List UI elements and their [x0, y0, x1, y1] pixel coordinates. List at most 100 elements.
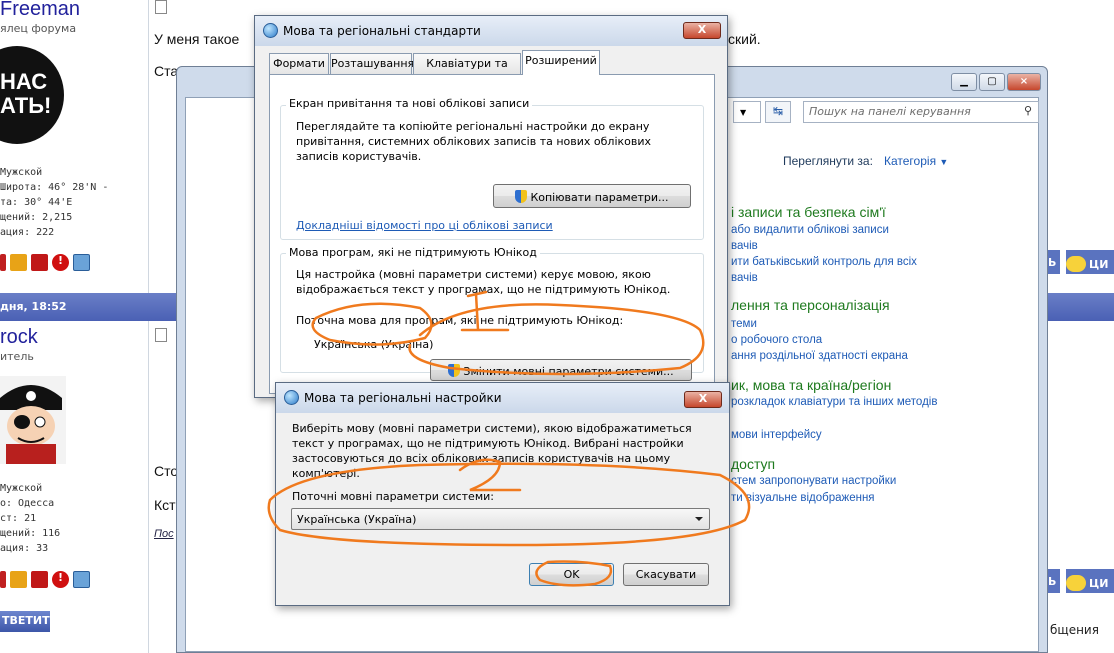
- category-heading[interactable]: ик, мова та країна/регіон: [731, 377, 891, 393]
- quote-button[interactable]: ЦИ: [1066, 250, 1114, 274]
- category-link[interactable]: ити батьківський контроль для всіх: [731, 256, 917, 268]
- regional-settings-dialog: Мова та регіональні стандарти X Формати …: [254, 15, 728, 400]
- button-label: Змінити мовні параметри системи...: [463, 365, 674, 378]
- change-system-locale-button[interactable]: Змінити мовні параметри системи...: [430, 359, 692, 381]
- group-label: Мова програм, які не підтримують Юнікод: [286, 246, 540, 259]
- copy-settings-button[interactable]: Копіювати параметри...: [493, 184, 691, 208]
- user-info-line: ст: 21: [0, 513, 37, 524]
- quote-label: ЦИ: [1089, 577, 1109, 590]
- category-link[interactable]: мови інтерфейсу: [731, 429, 822, 441]
- user-title: итель: [0, 350, 34, 363]
- view-by-dropdown[interactable]: Категорія ▼: [884, 154, 948, 168]
- avatar: НАС АТЬ!: [0, 46, 64, 144]
- user-info-line: та: 30° 44'E: [0, 197, 73, 208]
- post-text: ский.: [728, 31, 761, 47]
- close-icon[interactable]: X: [683, 22, 721, 39]
- post-link[interactable]: Пос: [154, 528, 174, 540]
- user-info-line: Мужской: [0, 483, 43, 494]
- user-actions: !: [0, 571, 90, 591]
- yellow-card-icon[interactable]: [0, 571, 6, 588]
- tab-administrative[interactable]: Розширений: [522, 50, 600, 75]
- yellow-card-icon[interactable]: [0, 254, 6, 271]
- quote-button[interactable]: ЦИ: [1066, 569, 1114, 593]
- user-info-line: о: Одесса: [0, 498, 55, 509]
- tab-formats[interactable]: Формати: [269, 53, 329, 74]
- pirate-avatar-icon: [0, 385, 62, 464]
- category-link[interactable]: вачів: [731, 272, 758, 284]
- category-heading[interactable]: і записи та безпека сім'ї: [731, 204, 886, 220]
- locale-description: Виберіть мову (мовні параметри системи),…: [292, 422, 692, 480]
- user-info-line: ация: 222: [0, 227, 55, 238]
- refresh-icon[interactable]: ↹: [765, 101, 791, 123]
- tab-location[interactable]: Розташування: [330, 53, 414, 74]
- uac-shield-icon: [448, 364, 461, 377]
- reply-button[interactable]: ТВЕТИТЬ: [0, 611, 58, 632]
- computer-icon[interactable]: [73, 254, 90, 271]
- close-icon[interactable]: ×: [1007, 73, 1041, 91]
- report-icon[interactable]: [31, 254, 48, 271]
- quote-label: ЦИ: [1089, 258, 1109, 271]
- close-icon[interactable]: X: [684, 391, 722, 408]
- user-info-line: щений: 116: [0, 528, 61, 539]
- post-count-text: бщения: [1050, 623, 1099, 637]
- category-link[interactable]: теми: [731, 318, 757, 330]
- cancel-button[interactable]: Скасувати: [623, 563, 709, 586]
- report-icon[interactable]: [31, 571, 48, 588]
- category-link[interactable]: ання роздільної здатності екрана: [731, 350, 908, 362]
- chevron-down-icon: ▼: [939, 157, 949, 167]
- multiquote-button[interactable]: Ь: [1046, 250, 1060, 274]
- button-label: Копіювати параметри...: [530, 191, 669, 204]
- warning-icon[interactable]: !: [52, 571, 69, 588]
- globe-icon: [263, 23, 278, 38]
- ok-button[interactable]: OK: [529, 563, 614, 586]
- username-rock[interactable]: rock: [0, 326, 38, 349]
- more-info-link[interactable]: Докладніші відомості про ці облікові зап…: [296, 219, 553, 232]
- multiquote-button[interactable]: Ь: [1046, 569, 1060, 593]
- view-by-value: Категорія: [884, 154, 937, 168]
- dialog-title: Мова та регіональні настройки: [304, 391, 502, 405]
- forum-user-column: Freeman ялец форума НАС АТЬ! Мужской Шир…: [0, 0, 148, 653]
- post-text: Сто: [154, 463, 179, 479]
- speech-bubble-icon: [1066, 575, 1086, 591]
- warning-icon[interactable]: !: [52, 254, 69, 271]
- welcome-description: Переглядайте та копіюйте регіональні нас…: [296, 120, 652, 163]
- search-placeholder: Пошук на панелі керування: [809, 105, 971, 118]
- category-heading[interactable]: доступ: [731, 456, 775, 472]
- card-icon[interactable]: [10, 571, 27, 588]
- post-text: Ста: [154, 63, 179, 79]
- dialog-title: Мова та регіональні стандарти: [283, 24, 481, 38]
- minimize-button[interactable]: ▁: [951, 73, 977, 91]
- post-date: дня, 18:52: [0, 300, 67, 313]
- view-by-label: Переглянути за:: [783, 154, 873, 168]
- category-link[interactable]: вачів: [731, 240, 758, 252]
- category-link[interactable]: о робочого стола: [731, 334, 822, 346]
- maximize-button[interactable]: ▢: [979, 73, 1005, 91]
- category-link[interactable]: стем запропонувати настройки: [731, 475, 896, 487]
- current-language-label: Поточна мова для програм, які не підтрим…: [296, 314, 624, 327]
- category-link[interactable]: ти візуальне відображення: [731, 492, 875, 504]
- search-icon: ⚲: [1023, 104, 1032, 117]
- user-title: ялец форума: [0, 22, 77, 35]
- user-actions: !: [0, 254, 90, 274]
- tab-panel: Екран привітання та нові облікові записи…: [269, 74, 715, 400]
- speech-bubble-icon: [1066, 256, 1086, 272]
- card-icon[interactable]: [10, 254, 27, 271]
- computer-icon[interactable]: [73, 571, 90, 588]
- category-heading[interactable]: лення та персоналізація: [731, 297, 890, 313]
- user-info: Мужской о: Одесса ст: 21 щений: 116 ация…: [0, 481, 60, 556]
- tab-keyboards[interactable]: Клавіатури та мови: [413, 53, 521, 83]
- combo-label: Поточні мовні параметри системи:: [292, 490, 494, 503]
- chevron-down-icon: [695, 517, 703, 521]
- address-dropdown-arrow[interactable]: ▼: [733, 101, 761, 123]
- search-input[interactable]: Пошук на панелі керування ⚲: [803, 101, 1039, 123]
- system-locale-dialog: Мова та регіональні настройки X Виберіть…: [275, 382, 730, 606]
- globe-icon: [284, 390, 299, 405]
- system-locale-select[interactable]: Українська (Україна): [291, 508, 710, 530]
- avatar: [0, 376, 66, 464]
- post-text: Кст: [154, 497, 176, 513]
- user-info-line: Мужской: [0, 167, 43, 178]
- category-link[interactable]: або видалити облікові записи: [731, 224, 889, 236]
- username-freeman[interactable]: Freeman: [0, 0, 80, 21]
- category-link[interactable]: розкладок клавіатури та інших методів: [731, 396, 937, 408]
- group-label: Екран привітання та нові облікові записи: [286, 97, 533, 110]
